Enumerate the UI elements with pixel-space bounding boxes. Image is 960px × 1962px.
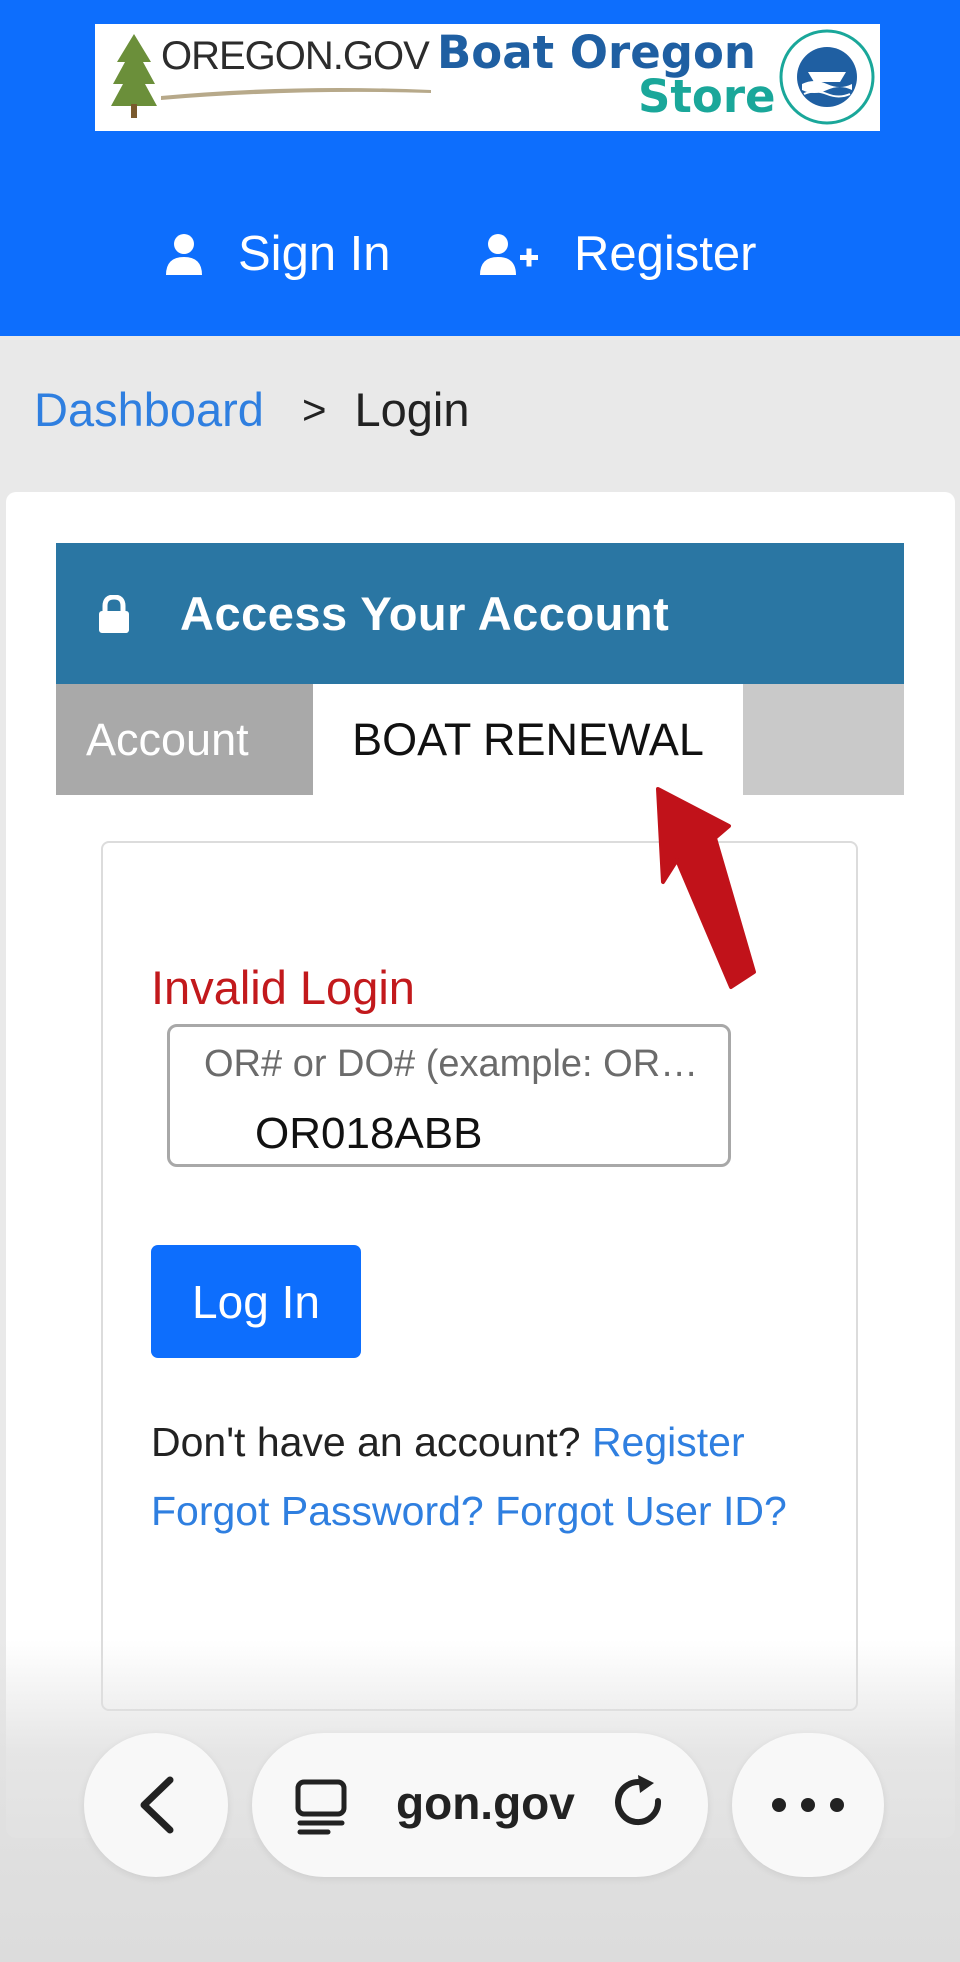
browser-address-bar[interactable]: gon.gov — [252, 1733, 708, 1877]
boat-id-value: OR018ABB — [255, 1109, 483, 1158]
panel-title: Access Your Account — [180, 587, 670, 640]
sign-in-label: Sign In — [238, 227, 391, 281]
store-subtitle: Store — [638, 70, 776, 123]
browser-back-button[interactable] — [84, 1733, 228, 1877]
red-arrow-annotation — [656, 787, 756, 989]
user-plus-icon — [480, 234, 538, 275]
marine-board-seal-icon — [779, 29, 875, 125]
breadcrumb-current: Login — [354, 383, 470, 436]
site-header: OREGON.GOV Boat Oregon Store Sign In Reg… — [0, 0, 960, 336]
error-message: Invalid Login — [151, 961, 415, 1014]
breadcrumb-dashboard-link[interactable]: Dashboard — [34, 382, 264, 437]
boat-id-placeholder: OR# or DO# (example: OR… — [204, 1043, 699, 1085]
account-links: Don't have an account? Register Forgot P… — [151, 1408, 801, 1546]
more-dots-icon — [772, 1798, 844, 1812]
user-icon — [166, 234, 202, 275]
forgot-user-id-link[interactable]: Forgot User ID? — [495, 1488, 787, 1534]
register-link[interactable]: Register — [592, 1419, 745, 1465]
tree-icon — [111, 34, 157, 118]
browser-url: gon.gov — [396, 1777, 575, 1829]
register-nav-label: Register — [574, 227, 757, 281]
tab-overview-icon — [295, 1779, 347, 1835]
lock-icon — [99, 594, 129, 633]
browser-more-button[interactable] — [732, 1733, 884, 1877]
boat-id-input[interactable]: OR# or DO# (example: OR… OR018ABB — [167, 1024, 731, 1167]
register-nav-link[interactable]: Register — [480, 226, 756, 282]
sign-in-link[interactable]: Sign In — [166, 226, 391, 282]
swoosh-decoration — [161, 88, 431, 100]
breadcrumb: Dashboard > Login — [34, 382, 469, 437]
breadcrumb-separator: > — [301, 385, 327, 433]
forgot-password-link[interactable]: Forgot Password? — [151, 1488, 484, 1534]
no-account-text: Don't have an account? — [151, 1419, 581, 1465]
log-in-button[interactable]: Log In — [151, 1245, 361, 1358]
panel-header: Access Your Account — [56, 543, 904, 684]
store-banner[interactable]: OREGON.GOV Boat Oregon Store — [95, 24, 880, 131]
oregon-gov-logo-text: OREGON.GOV — [161, 34, 430, 78]
chevron-left-icon — [140, 1776, 174, 1834]
login-tabs: Account BOAT RENEWAL — [56, 684, 904, 795]
tab-account[interactable]: Account — [56, 684, 313, 795]
tab-boat-renewal[interactable]: BOAT RENEWAL — [313, 684, 743, 795]
reload-icon[interactable] — [610, 1773, 670, 1835]
